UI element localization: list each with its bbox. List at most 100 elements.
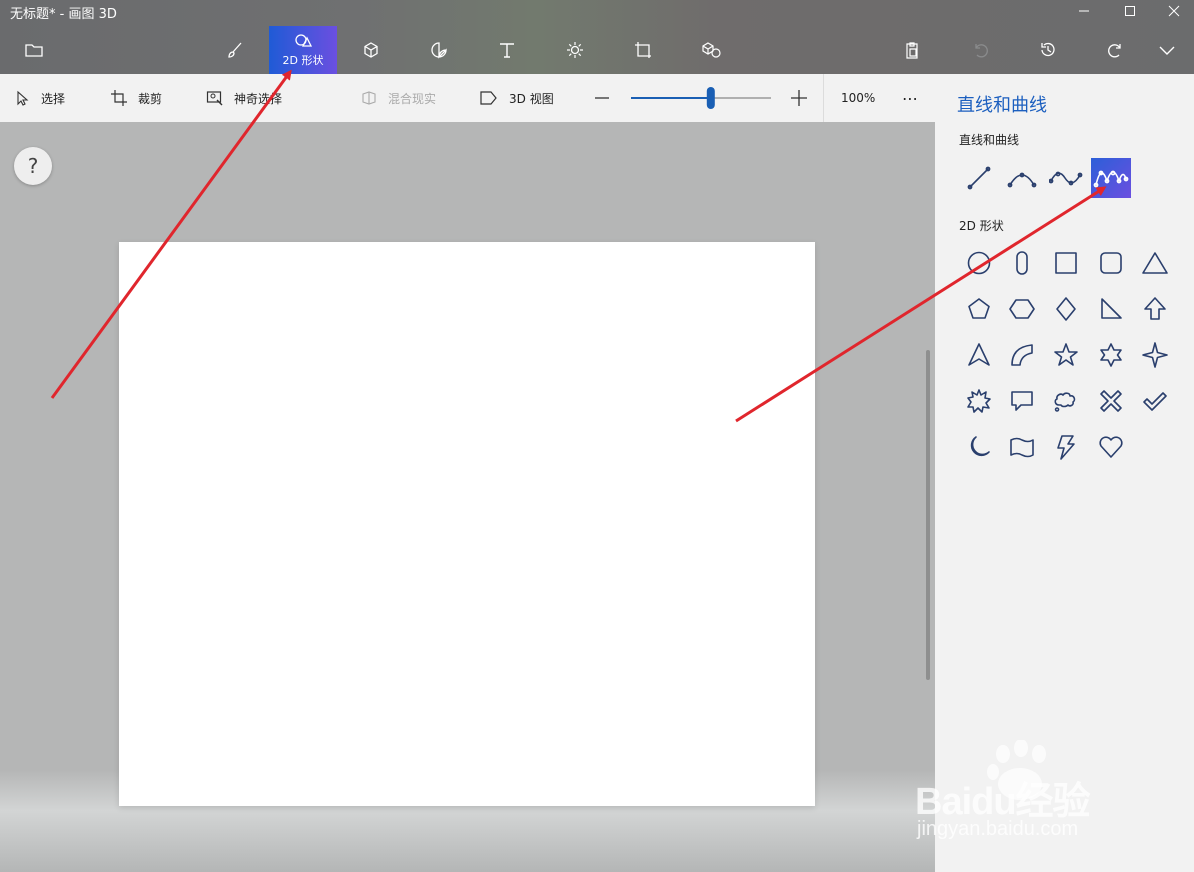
shape-triangle[interactable] xyxy=(1135,243,1175,283)
zoom-out-button[interactable] xyxy=(594,74,620,122)
star-6-icon xyxy=(1100,343,1122,367)
close-button[interactable] xyxy=(1150,0,1194,22)
vertical-scrollbar[interactable] xyxy=(926,350,930,680)
3d-shapes-tool[interactable] xyxy=(337,26,405,74)
heart-icon xyxy=(1099,436,1123,458)
zoom-slider[interactable] xyxy=(629,86,773,110)
command-bar: 选择 裁剪 神奇选择 混合现实 3D 视图 100% ⋯ xyxy=(0,74,935,122)
hexagon-icon xyxy=(1009,299,1035,319)
effects-tool[interactable] xyxy=(541,26,609,74)
right-triangle-icon xyxy=(1101,298,1122,319)
minimize-button[interactable] xyxy=(1060,0,1108,22)
canvas-paper[interactable] xyxy=(119,242,815,806)
3d-view-button[interactable]: 3D 视图 xyxy=(479,74,554,122)
text-tool[interactable] xyxy=(473,26,541,74)
3d-library-icon xyxy=(702,42,721,58)
shape-diamond[interactable] xyxy=(1046,289,1086,329)
brushes-tool[interactable] xyxy=(201,26,269,74)
undo-icon xyxy=(975,44,988,58)
shape-star-6[interactable] xyxy=(1091,335,1131,375)
paste-button[interactable] xyxy=(878,26,946,74)
shape-cross[interactable] xyxy=(1091,381,1131,421)
select-button[interactable]: 选择 xyxy=(15,74,65,122)
shape-speech-bubble[interactable] xyxy=(1002,381,1042,421)
undo-button[interactable] xyxy=(946,26,1014,74)
diamond-icon xyxy=(1056,297,1076,321)
crop-icon xyxy=(111,90,127,106)
watermark-url: jingyan.baidu.com xyxy=(917,818,1079,840)
magic-select-button[interactable]: 神奇选择 xyxy=(206,74,282,122)
circle-icon xyxy=(967,251,991,275)
shape-hexagon[interactable] xyxy=(1002,289,1042,329)
watermark-brand: Baidu经验 xyxy=(915,781,1091,823)
maximize-button[interactable] xyxy=(1106,0,1154,22)
3d-library-tool[interactable] xyxy=(677,26,745,74)
shape-circle[interactable] xyxy=(959,243,999,283)
shape-lightning[interactable] xyxy=(1046,427,1086,467)
shape-moon[interactable] xyxy=(959,427,999,467)
shape-arrow-up[interactable] xyxy=(1135,289,1175,329)
2d-shapes-icon xyxy=(295,34,313,47)
curve-tool[interactable] xyxy=(1002,158,1042,198)
shape-quarter-pie[interactable] xyxy=(1002,335,1042,375)
shape-capsule[interactable] xyxy=(1002,243,1042,283)
cube-icon xyxy=(364,42,378,58)
2d-shapes-tool[interactable]: 2D 形状 xyxy=(269,26,337,74)
shape-thought-bubble[interactable] xyxy=(1046,381,1086,421)
mixed-reality-button[interactable]: 混合现实 xyxy=(360,74,436,122)
canvas-tool[interactable] xyxy=(609,26,677,74)
stickers-tool[interactable] xyxy=(405,26,473,74)
burst-icon xyxy=(967,389,991,413)
line-tool[interactable] xyxy=(959,158,999,198)
zoom-value[interactable]: 100% xyxy=(841,74,875,122)
zoom-slider-thumb[interactable] xyxy=(706,87,715,109)
capsule-icon xyxy=(1016,251,1028,275)
crop-label: 裁剪 xyxy=(138,91,163,106)
two-point-curve-tool[interactable] xyxy=(1046,158,1086,198)
sticker-icon xyxy=(431,42,447,59)
star-5-icon xyxy=(1054,343,1078,366)
quarter-pie-icon xyxy=(1011,344,1033,366)
zoom-in-button[interactable] xyxy=(790,74,818,122)
magic-select-label: 神奇选择 xyxy=(234,91,283,106)
star-4-icon xyxy=(1142,342,1168,368)
chevron-down-icon xyxy=(1159,46,1175,55)
shape-pentagon[interactable] xyxy=(959,289,999,329)
cross-icon xyxy=(1100,390,1122,412)
shape-rounded-square[interactable] xyxy=(1091,243,1131,283)
menu-button[interactable] xyxy=(0,26,68,74)
three-point-curve-tool[interactable] xyxy=(1091,158,1131,198)
rounded-square-icon xyxy=(1100,252,1122,274)
3d-view-icon xyxy=(480,91,497,105)
effects-icon xyxy=(567,42,583,58)
2d-shapes-label: 2D 形状 xyxy=(282,54,324,67)
banner-icon xyxy=(1010,437,1034,458)
folder-icon xyxy=(25,44,43,57)
shape-banner[interactable] xyxy=(1002,427,1042,467)
lightning-icon xyxy=(1057,435,1075,460)
brush-icon xyxy=(228,42,242,58)
shape-right-triangle[interactable] xyxy=(1091,289,1131,329)
shape-square[interactable] xyxy=(1046,243,1086,283)
mixed-reality-icon xyxy=(362,91,376,105)
history-button[interactable] xyxy=(1014,26,1082,74)
moon-icon xyxy=(970,436,990,457)
help-button[interactable]: ? xyxy=(14,147,52,185)
crop-button[interactable]: 裁剪 xyxy=(110,74,162,122)
shape-checkmark[interactable] xyxy=(1135,381,1175,421)
mixed-reality-label: 混合现实 xyxy=(388,91,437,106)
shape-star-4[interactable] xyxy=(1135,335,1175,375)
window-title: 无标题* - 画图 3D xyxy=(10,7,117,22)
shape-star-5[interactable] xyxy=(1046,335,1086,375)
shape-heart[interactable] xyxy=(1091,427,1131,467)
plus-icon xyxy=(791,90,807,106)
close-icon xyxy=(1168,5,1180,17)
shape-burst[interactable] xyxy=(959,381,999,421)
more-button[interactable]: ⋯ xyxy=(902,74,918,122)
shape-arrow-head[interactable] xyxy=(959,335,999,375)
expand-button[interactable] xyxy=(1140,26,1194,74)
minimize-icon xyxy=(1079,10,1089,12)
magic-select-icon xyxy=(206,91,223,106)
3d-view-label: 3D 视图 xyxy=(509,91,554,106)
shapes-section-label: 2D 形状 xyxy=(959,219,1004,233)
